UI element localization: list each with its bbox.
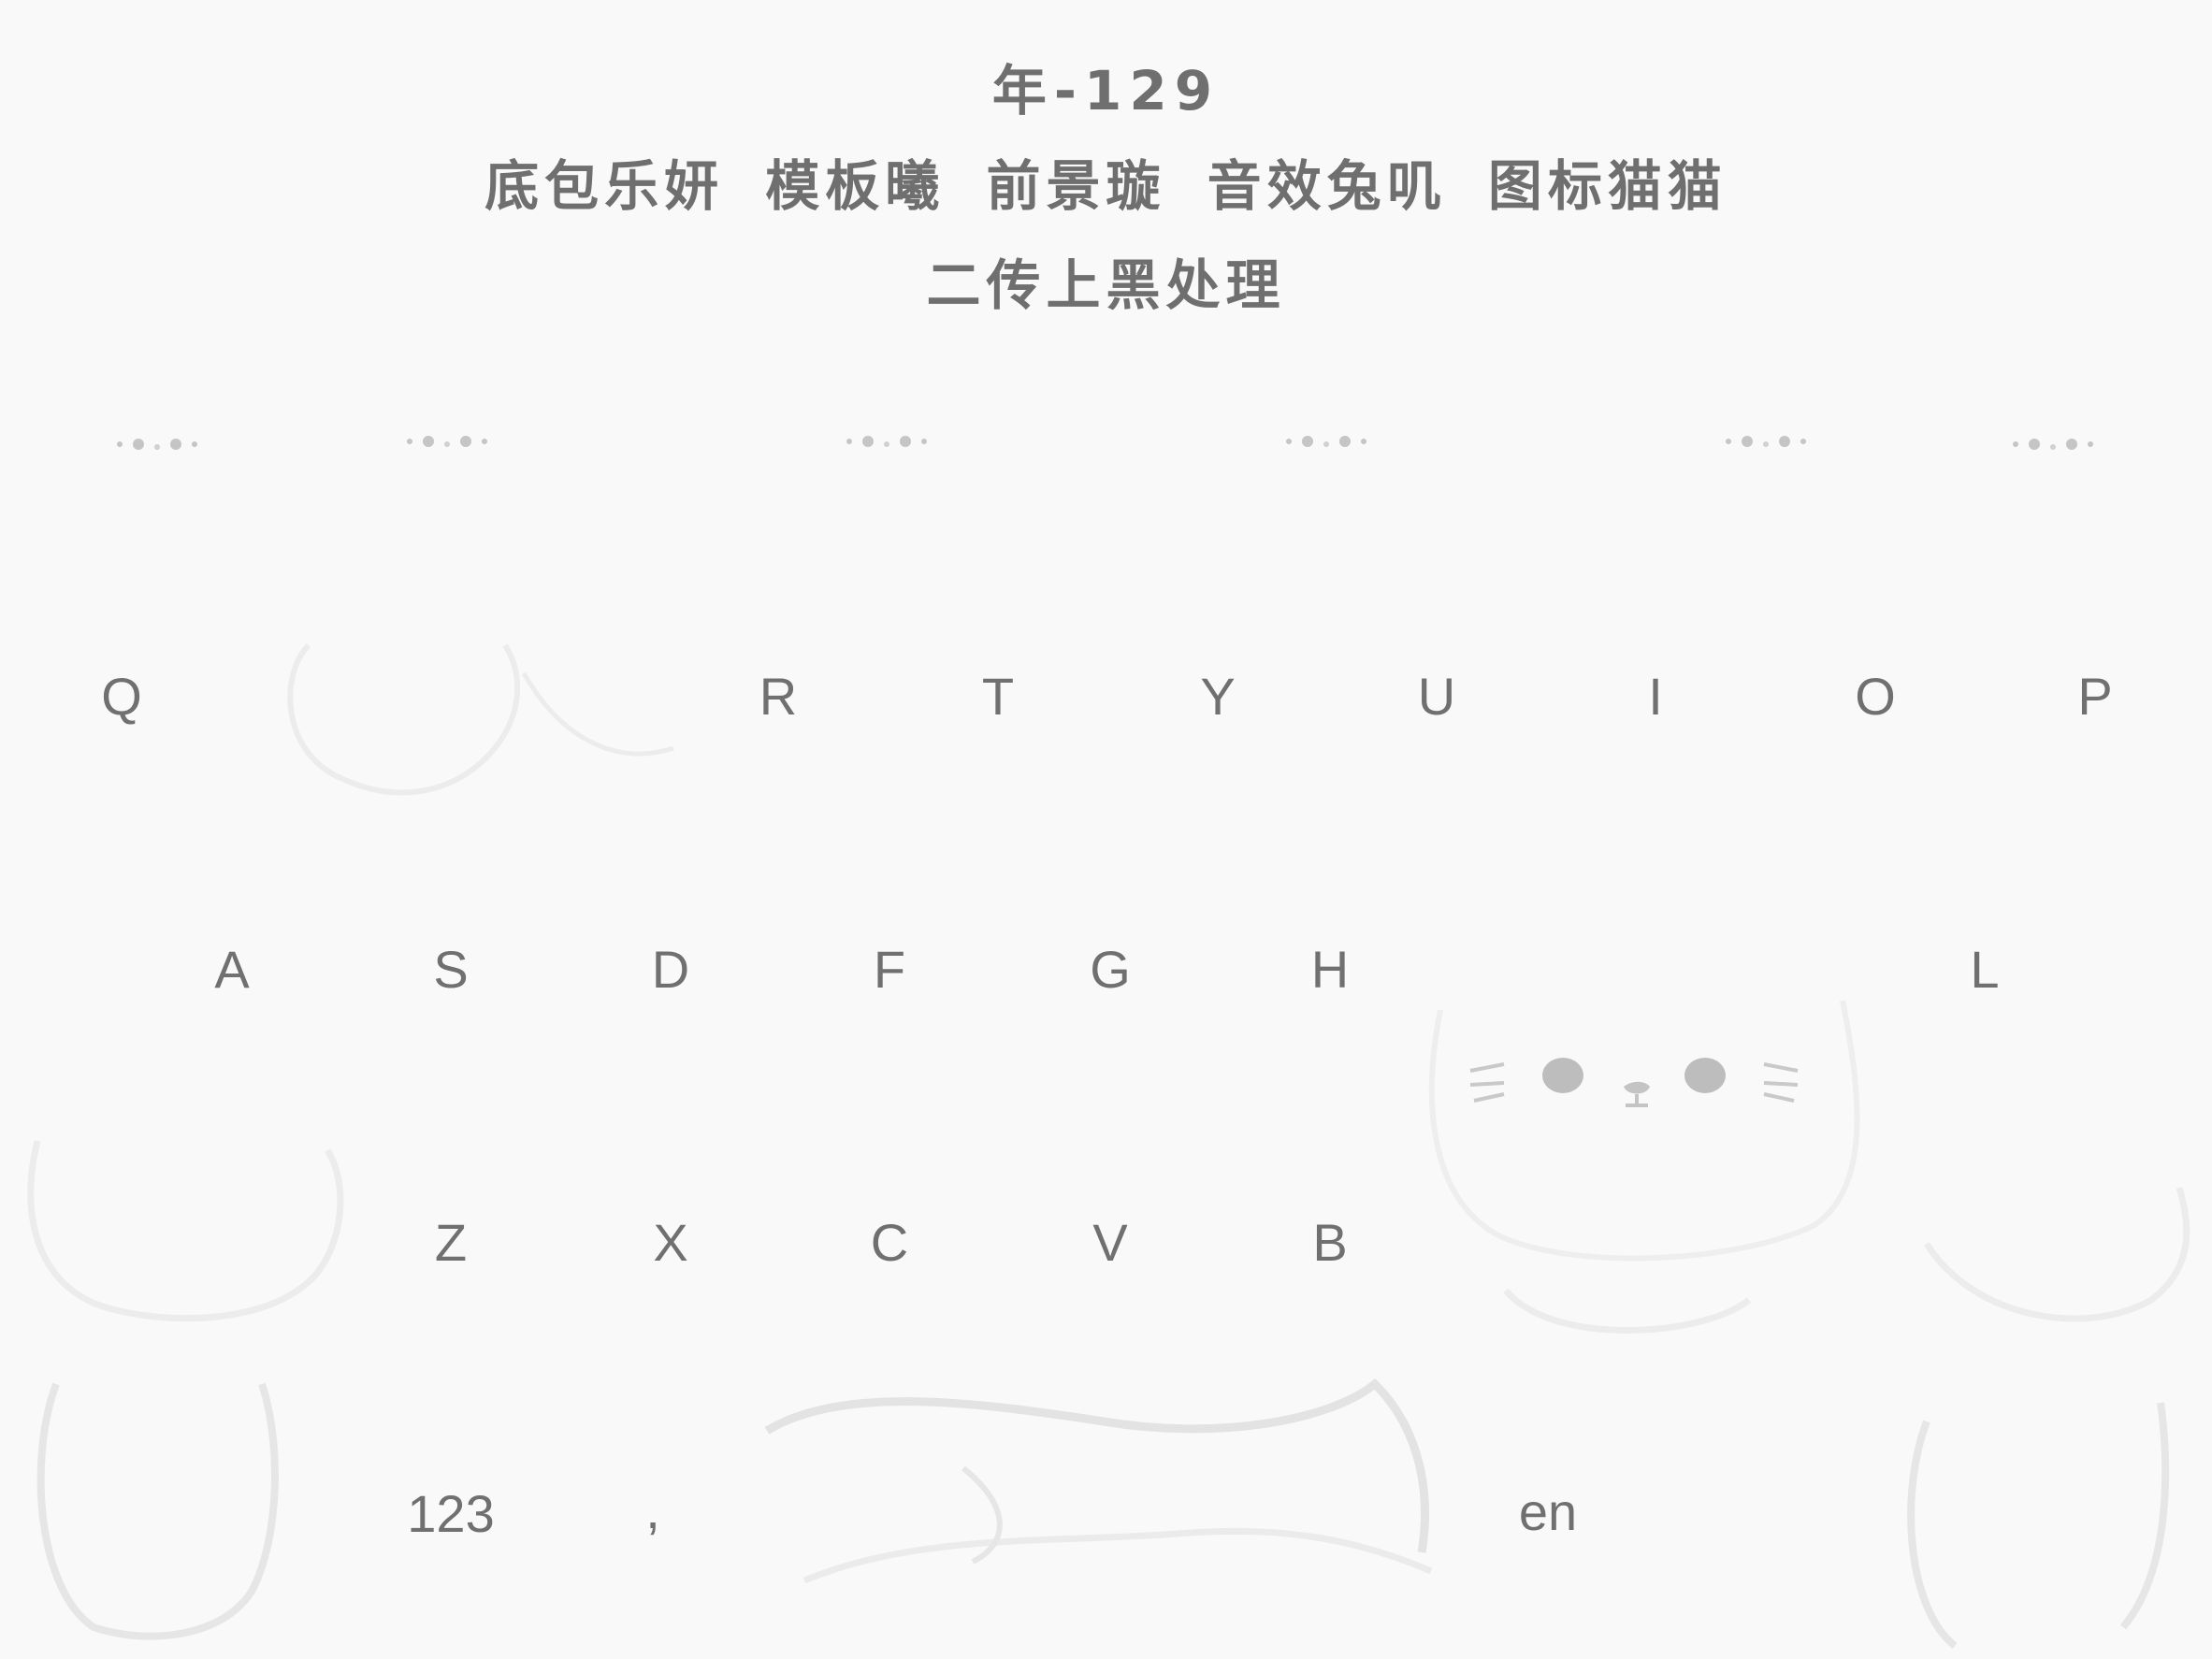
key-g[interactable]: G <box>1017 936 1204 1002</box>
key-h[interactable]: H <box>1236 936 1424 1002</box>
key-s[interactable]: S <box>357 936 544 1002</box>
space-key[interactable] <box>812 1482 1410 1548</box>
note-line: 二传上黑处理 <box>926 253 1286 317</box>
key-a[interactable]: A <box>138 936 325 1002</box>
page-title: 年-129 <box>991 59 1221 123</box>
key-shift[interactable] <box>138 1209 325 1275</box>
return-key[interactable] <box>1889 1482 2076 1548</box>
key-j[interactable] <box>1454 936 1641 1002</box>
key-c[interactable]: C <box>796 1209 983 1275</box>
cat-cloud-right <box>1503 1288 1752 1334</box>
comma-key[interactable]: , <box>559 1477 746 1542</box>
key-u[interactable]: U <box>1343 663 1530 729</box>
key-t[interactable]: T <box>904 663 1092 729</box>
dots-indicator-5 <box>1726 436 1806 447</box>
cat-whiskers-right <box>1763 1062 1799 1103</box>
credits-line: 底包乐妍 模板曦 前景璇 音效兔叽 图标猫猫 <box>484 154 1728 218</box>
cat-eye-right <box>1684 1058 1726 1093</box>
key-k[interactable] <box>1674 936 1861 1002</box>
key-m[interactable] <box>1674 1209 1861 1275</box>
key-d[interactable]: D <box>577 936 764 1002</box>
key-x[interactable]: X <box>577 1209 764 1275</box>
key-b[interactable]: B <box>1236 1209 1424 1275</box>
key-i[interactable]: I <box>1562 663 1749 729</box>
keyboard-skin-screen: 年-129 底包乐妍 模板曦 前景璇 音效兔叽 图标猫猫 二传上黑处理 Q R … <box>0 0 2212 1659</box>
dots-indicator-1 <box>117 439 197 450</box>
cat-nose <box>1624 1081 1650 1094</box>
key-v[interactable]: V <box>1017 1209 1204 1275</box>
cat-eye-left <box>1542 1058 1583 1093</box>
key-delete[interactable] <box>1891 1209 2078 1275</box>
key-q[interactable]: Q <box>28 663 215 729</box>
key-f[interactable]: F <box>796 936 983 1002</box>
key-w[interactable] <box>248 663 435 729</box>
dots-indicator-6 <box>2013 439 2093 450</box>
key-n[interactable] <box>1454 1209 1641 1275</box>
cat-mouth <box>1626 1094 1648 1107</box>
dots-indicator-2 <box>407 436 487 447</box>
key-y[interactable]: Y <box>1124 663 1311 729</box>
key-l[interactable]: L <box>1891 936 2078 1002</box>
key-z[interactable]: Z <box>357 1209 544 1275</box>
key-o[interactable]: O <box>1782 663 1969 729</box>
key-r[interactable]: R <box>685 663 872 729</box>
cat-whiskers-left <box>1469 1062 1505 1103</box>
numbers-key[interactable]: 123 <box>357 1480 544 1546</box>
dots-indicator-4 <box>1286 436 1366 447</box>
language-key[interactable]: en <box>1454 1479 1641 1544</box>
key-p[interactable]: P <box>2002 663 2189 729</box>
dots-indicator-3 <box>846 436 927 447</box>
cat-paw-left <box>36 1382 279 1640</box>
key-e[interactable] <box>466 663 653 729</box>
